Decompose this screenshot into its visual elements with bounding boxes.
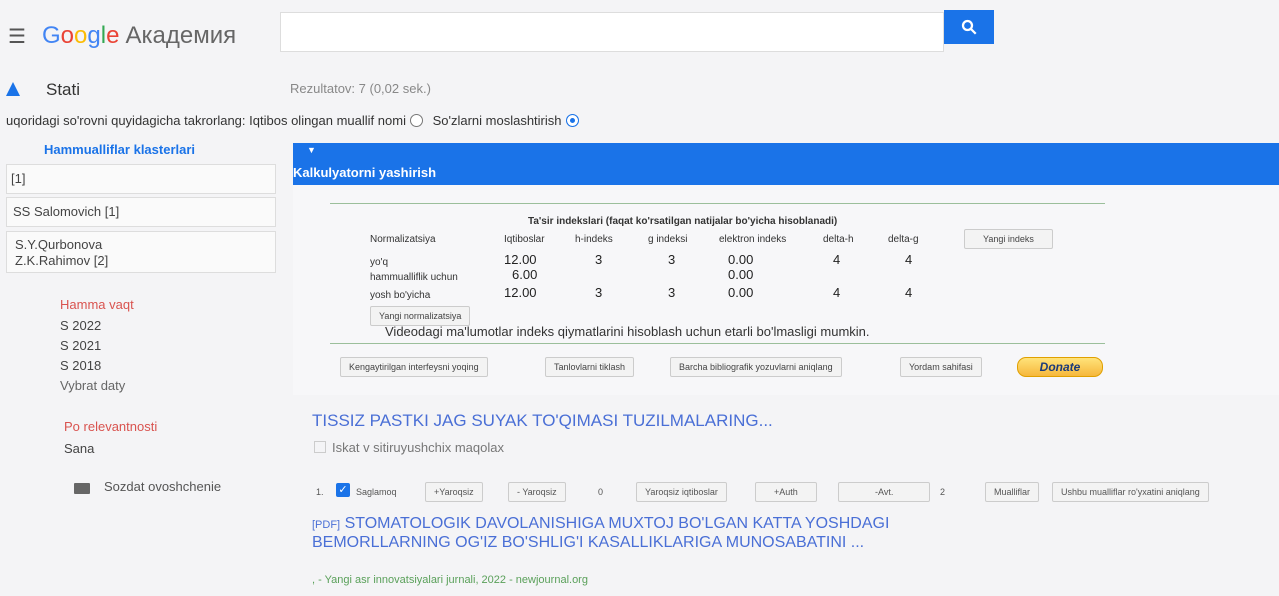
find-authors-list-button[interactable]: Ushbu mualliflar ro'yxatini aniqlang [1052,482,1209,502]
authors-count: 2 [940,487,946,497]
row-name: yosh bo'yicha [370,290,431,301]
col-delta-g: delta-g [888,234,919,245]
col-delta-h: delta-h [823,234,854,245]
reset-selection-button[interactable]: Tanlovlarni tiklash [545,357,635,377]
save-label: Saglamoq [356,487,397,497]
mark-invalid-button[interactable]: +Yaroqsiz [425,482,483,502]
filter-custom-range[interactable]: Vybrat daty [60,378,125,393]
col-normalization: Normalizatsiya [370,234,436,245]
advanced-interface-button[interactable]: Kengaytirilgan interfeysni yoqing [340,357,488,377]
row-dh: 4 [833,252,841,267]
invalid-count: 0 [598,487,604,497]
radio-cited-author[interactable] [409,114,423,127]
save-checkbox[interactable]: ✓ [336,483,350,497]
cluster-item[interactable]: SS Salomovich [1] [6,197,276,227]
unmark-invalid-button[interactable]: - Yaroqsiz [508,482,566,502]
option-match-words[interactable]: So'zlarni moslashtirish [433,113,585,128]
row-citations: 6.00 [512,267,538,282]
repeat-query-line: uqoridagi so'rovni quyidagicha takrorlan… [6,113,585,128]
result-number: 1. [316,487,324,497]
help-page-button[interactable]: Yordam sahifasi [900,357,982,377]
col-e-index: elektron indeks [719,234,787,245]
cluster-item[interactable]: S.Y.Qurbonova Z.K.Rahimov [2] [6,231,276,273]
filter-year[interactable]: S 2021 [60,338,101,353]
remove-auth-button[interactable]: -Avt. [838,482,931,502]
cluster-item[interactable]: [1] [6,164,276,194]
row-citations: 12.00 [504,285,537,300]
row-h: 3 [595,285,603,300]
filter-year[interactable]: S 2018 [60,358,101,373]
row-e: 0.00 [728,252,754,267]
row-name: yo'q [370,257,389,268]
calculator-header[interactable]: ▼ Kalkulyatorni yashirish [293,143,1279,185]
row-dh: 4 [833,285,841,300]
divider [330,203,1105,204]
col-citations: Iqtiboslar [504,234,545,245]
result-source: , - Yangi asr innovatsiyalari jurnali, 2… [312,574,588,586]
table-caption: Ta'sir indekslari (faqat ko'rsatilgan na… [528,216,838,227]
repeat-text: uqoridagi so'rovni quyidagicha takrorlan… [6,113,246,128]
search-icon [961,19,977,35]
invalid-citations-button[interactable]: Yaroqsiz iqtiboslar [636,482,727,502]
result-title[interactable]: [PDF] STOMATOLOGIK DAVOLANISHIGA MUXTOJ … [312,515,972,552]
coauthor-clusters-title: Hammualliflar klasterlari [44,142,196,157]
filter-any-time[interactable]: Hamma vaqt [60,297,134,312]
search-citing-checkbox[interactable] [314,441,326,453]
search-input[interactable] [280,12,944,52]
radio-match-words[interactable] [565,114,579,127]
donate-button[interactable]: Donate [1017,357,1103,377]
row-g: 3 [668,285,676,300]
row-dg: 4 [905,285,913,300]
calculator-notice: Videodagi ma'lumotlar indeks qiymatlarin… [385,324,870,339]
calculator-toggle[interactable]: Kalkulyatorni yashirish [293,165,436,180]
section-label[interactable]: Stati [46,80,80,100]
add-auth-button[interactable]: +Auth [755,482,817,502]
google-scholar-logo[interactable]: Google Академия [42,22,236,50]
search-citing-link[interactable]: Iskat v sitiruyushchix maqolax [314,440,504,455]
col-g-index: g indeksi [648,234,688,245]
row-name: hammualliflik uchun [370,272,458,283]
result-title[interactable]: TISSIZ PASTKI JAG SUYAK TO'QIMASI TUZILM… [312,411,773,431]
row-citations: 12.00 [504,252,537,267]
find-all-records-button[interactable]: Barcha bibliografik yozuvlarni aniqlang [670,357,842,377]
row-e: 0.00 [728,285,754,300]
create-alert[interactable]: Sozdat ovoshchenie [104,479,221,494]
row-dg: 4 [905,252,913,267]
row-g: 3 [668,252,676,267]
menu-icon[interactable]: ☰ [8,24,26,49]
option-cited-author[interactable]: Iqtibos olingan muallif nomi [249,113,429,128]
authors-button[interactable]: Mualliflar [985,482,1040,502]
chevron-down-icon: ▼ [307,145,316,155]
new-normalization-button[interactable]: Yangi normalizatsiya [370,306,471,326]
new-index-button[interactable]: Yangi indeks [964,229,1053,249]
filter-year[interactable]: S 2022 [60,318,101,333]
envelope-icon [74,483,90,494]
sort-relevance[interactable]: Po relevantnosti [64,419,157,434]
col-h-index: h-indeks [575,234,613,245]
articles-icon [6,82,20,96]
sort-date[interactable]: Sana [64,441,94,456]
divider [330,343,1105,344]
search-button[interactable] [944,10,994,44]
row-h: 3 [595,252,603,267]
pdf-badge: [PDF] [312,519,341,531]
results-count: Rezultatov: 7 (0,02 sek.) [290,81,431,96]
row-e: 0.00 [728,267,754,282]
